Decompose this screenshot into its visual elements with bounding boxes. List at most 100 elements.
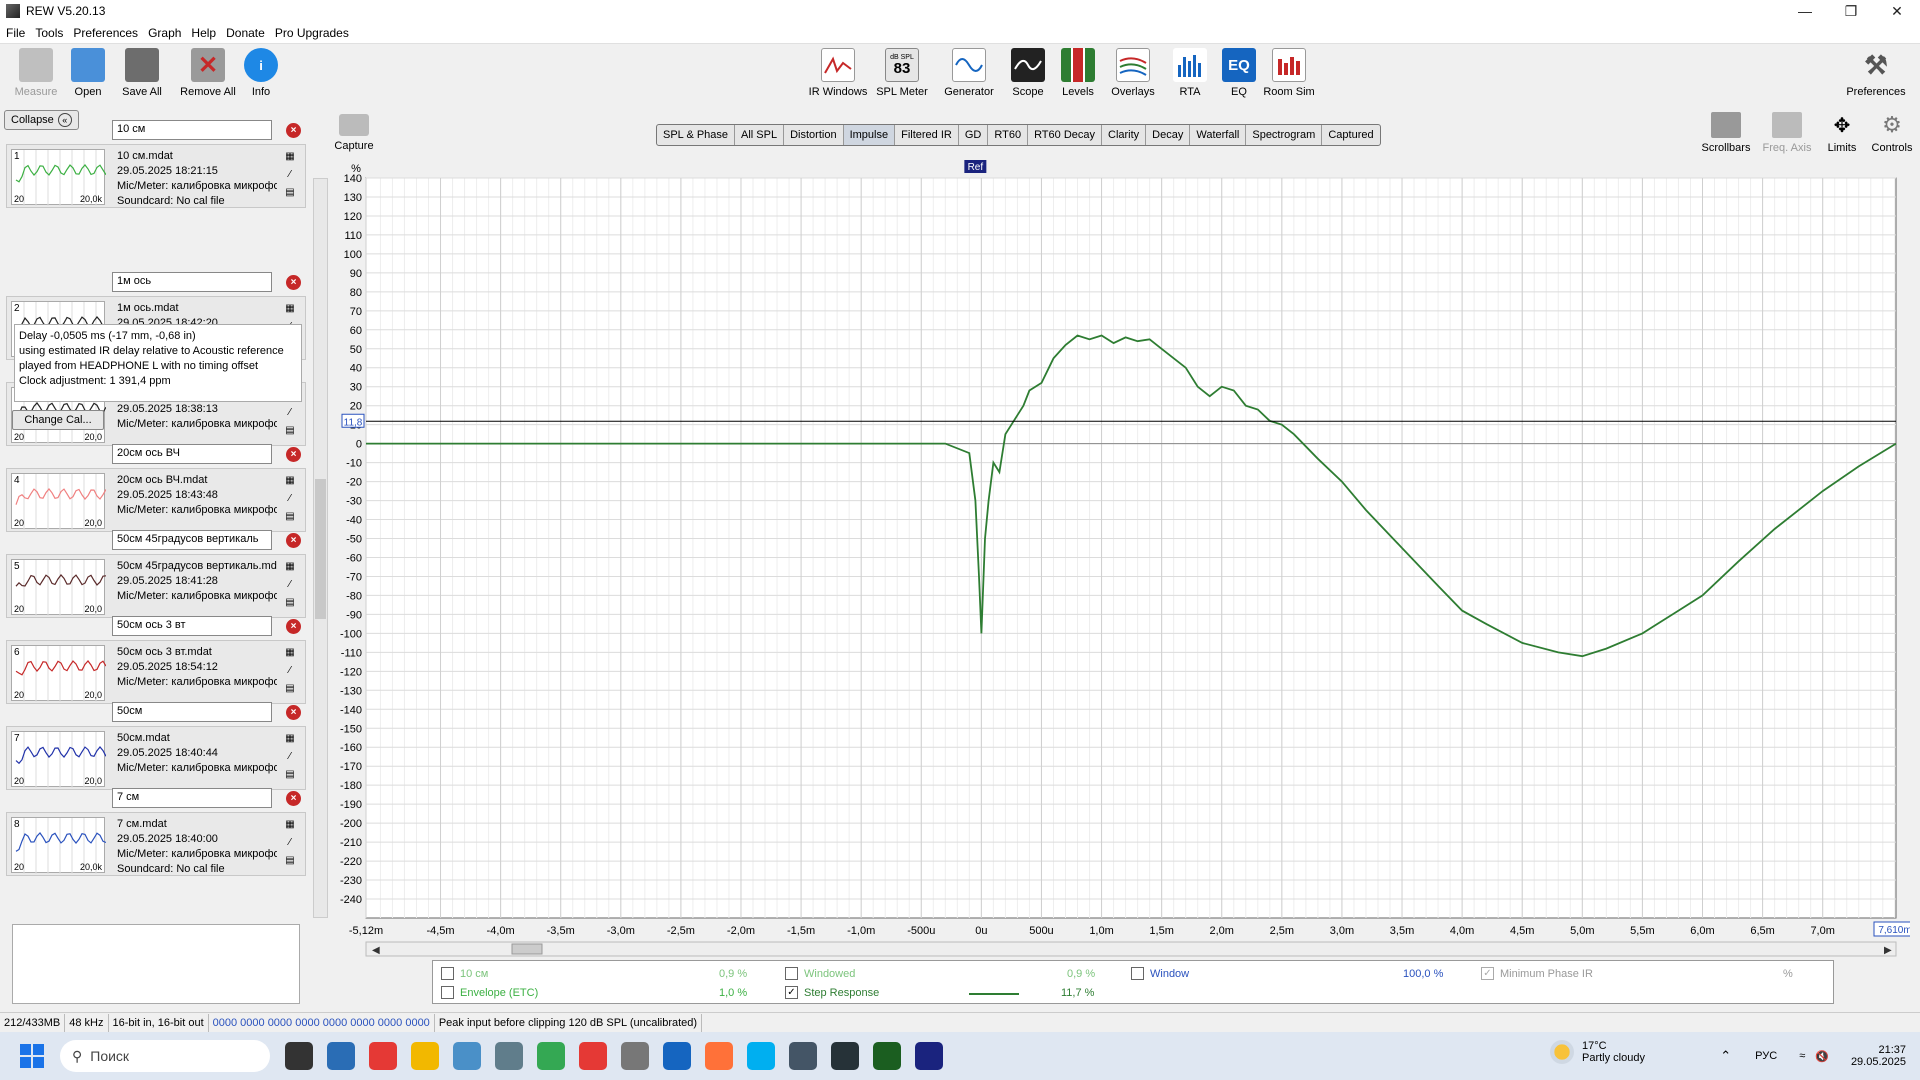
measurement-card[interactable]: 8 20 20,0k 7 см.mdat 29.05.2025 18:40:00 Mic/… [6,812,306,876]
measurement-name-input[interactable]: 1м ось [112,272,272,292]
file-icon[interactable]: ▤ [283,509,297,523]
explorer-icon[interactable] [411,1042,439,1070]
taskbar-search[interactable]: ⚲ Поиск [60,1040,270,1072]
preferences-button[interactable]: ⚒ Preferences [1840,48,1912,99]
measurement-name-input[interactable]: 50см [112,702,272,722]
measurement-name-input[interactable]: 50см ось 3 вт [112,616,272,636]
calculator-icon[interactable] [495,1042,523,1070]
tab-impulse[interactable]: Impulse [843,125,896,145]
save-measurement-icon[interactable]: ▦ [283,149,297,163]
legend-item-envelope[interactable]: Envelope (ETC) [441,986,538,999]
tab-spectrogram[interactable]: Spectrogram [1246,125,1323,145]
save-measurement-icon[interactable]: ▦ [283,301,297,315]
spl-meter-button[interactable]: dB SPL 83 SPL Meter [866,48,938,98]
tab-gd[interactable]: GD [959,125,989,145]
legend-item-step-response[interactable]: ✓ Step Response [785,986,879,999]
measurement-card[interactable]: 7 20 20,0 50см.mdat 29.05.2025 18:40:44 Mic/M… [6,726,306,790]
save-measurement-icon[interactable]: ▦ [283,473,297,487]
display-icon[interactable] [453,1042,481,1070]
legend-item-minimum-phase[interactable]: ✓ Minimum Phase IR [1481,967,1593,980]
tab-rt60-decay[interactable]: RT60 Decay [1028,125,1102,145]
menu-pro-upgrades[interactable]: Pro Upgrades [275,26,349,40]
delete-measurement-icon[interactable]: × [286,123,301,138]
yandex-icon[interactable] [369,1042,397,1070]
files-icon[interactable] [327,1042,355,1070]
color-pen-icon[interactable]: ⁄ [283,835,297,849]
save-all-button[interactable]: Save All [106,48,178,98]
delete-measurement-icon[interactable]: × [286,275,301,290]
menu-donate[interactable]: Donate [226,26,265,40]
task-view-icon[interactable] [285,1042,313,1070]
file-icon[interactable]: ▤ [283,767,297,781]
measurement-scrollbar[interactable] [313,178,328,918]
measurement-checkbox[interactable] [441,967,454,980]
file-icon[interactable]: ▤ [283,185,297,199]
envelope-checkbox[interactable] [441,986,454,999]
menu-tools[interactable]: Tools [35,26,63,40]
info-button[interactable]: i Info [225,48,297,98]
restore-icon[interactable]: ❐ [1828,0,1874,22]
minimum-phase-checkbox[interactable]: ✓ [1481,967,1494,980]
measurement-card[interactable]: 6 20 20,0 50см ось 3 вт.mdat 29.05.2025 18:5… [6,640,306,704]
scrollbars-button[interactable]: Scrollbars [1696,112,1756,154]
wifi-icon[interactable]: ≈ [1799,1050,1805,1062]
windowed-checkbox[interactable] [785,967,798,980]
tab-spl-phase[interactable]: SPL & Phase [657,125,736,145]
color-pen-icon[interactable]: ⁄ [283,491,297,505]
save-measurement-icon[interactable]: ▦ [283,559,297,573]
scrollbar-thumb[interactable] [315,479,326,619]
tab-rt60[interactable]: RT60 [988,125,1029,145]
rew-icon[interactable] [915,1042,943,1070]
measurement-name-input[interactable]: 20см ось ВЧ [112,444,272,464]
color-pen-icon[interactable]: ⁄ [283,663,297,677]
tab-distortion[interactable]: Distortion [784,125,844,145]
file-icon[interactable]: ▤ [283,595,297,609]
tab-clarity[interactable]: Clarity [1102,125,1147,145]
weather-widget[interactable]: 17°C Partly cloudy [1550,1040,1645,1064]
measurement-name-input[interactable]: 10 см [112,120,272,140]
measurement-name-input[interactable]: 50см 45градусов вертикаль [112,530,272,550]
plot-svg[interactable]: 1401301201101009080706050403020100-10-20… [330,160,1917,960]
mixer-icon[interactable] [789,1042,817,1070]
step-response-checkbox[interactable]: ✓ [785,986,798,999]
legend-item-measurement[interactable]: 10 см [441,967,488,980]
yandex-browser-icon[interactable] [579,1042,607,1070]
capture-button[interactable]: Capture [332,114,376,152]
room-sim-button[interactable]: Room Sim [1253,48,1325,98]
menu-help[interactable]: Help [191,26,216,40]
scroll-right-icon[interactable]: ▶ [1884,945,1892,956]
freq-axis-button[interactable]: Freq. Axis [1757,112,1817,154]
window-checkbox[interactable] [1131,967,1144,980]
menu-preferences[interactable]: Preferences [73,26,138,40]
chevron-up-icon[interactable]: ⌃ [1720,1048,1731,1064]
horizontal-scrollbar[interactable] [365,941,1897,957]
ir-windows-button[interactable]: IR Windows [802,48,874,98]
tab-captured[interactable]: Captured [1322,125,1379,145]
clock[interactable]: 21:37 29.05.2025 [1851,1044,1906,1068]
audio-app-icon[interactable] [831,1042,859,1070]
measurement-card[interactable]: 4 20 20,0 20см ось ВЧ.mdat 29.05.2025 18:43:… [6,468,306,532]
file-icon[interactable]: ▤ [283,423,297,437]
color-pen-icon[interactable]: ⁄ [283,405,297,419]
omega-icon[interactable] [621,1042,649,1070]
minimize-icon[interactable]: — [1782,0,1828,22]
file-icon[interactable]: ▤ [283,681,297,695]
color-pen-icon[interactable]: ⁄ [283,749,297,763]
save-measurement-icon[interactable]: ▦ [283,731,297,745]
close-icon[interactable]: ✕ [1874,0,1920,22]
tab-filtered-ir[interactable]: Filtered IR [895,125,959,145]
delete-measurement-icon[interactable]: × [286,447,301,462]
menu-file[interactable]: File [6,26,25,40]
menu-graph[interactable]: Graph [148,26,181,40]
change-cal-button[interactable]: Change Cal... [12,410,104,430]
delete-measurement-icon[interactable]: × [286,619,301,634]
tab-decay[interactable]: Decay [1146,125,1191,145]
measurement-name-input[interactable]: 7 см [112,788,272,808]
tab-waterfall[interactable]: Waterfall [1190,125,1247,145]
color-pen-icon[interactable]: ⁄ [283,577,297,591]
legend-item-windowed[interactable]: Windowed [785,967,855,980]
controls-button[interactable]: ⚙ Controls [1862,112,1920,154]
firefox-icon[interactable] [705,1042,733,1070]
terminal-icon[interactable] [873,1042,901,1070]
volume-muted-icon[interactable]: 🔇 [1815,1050,1829,1063]
